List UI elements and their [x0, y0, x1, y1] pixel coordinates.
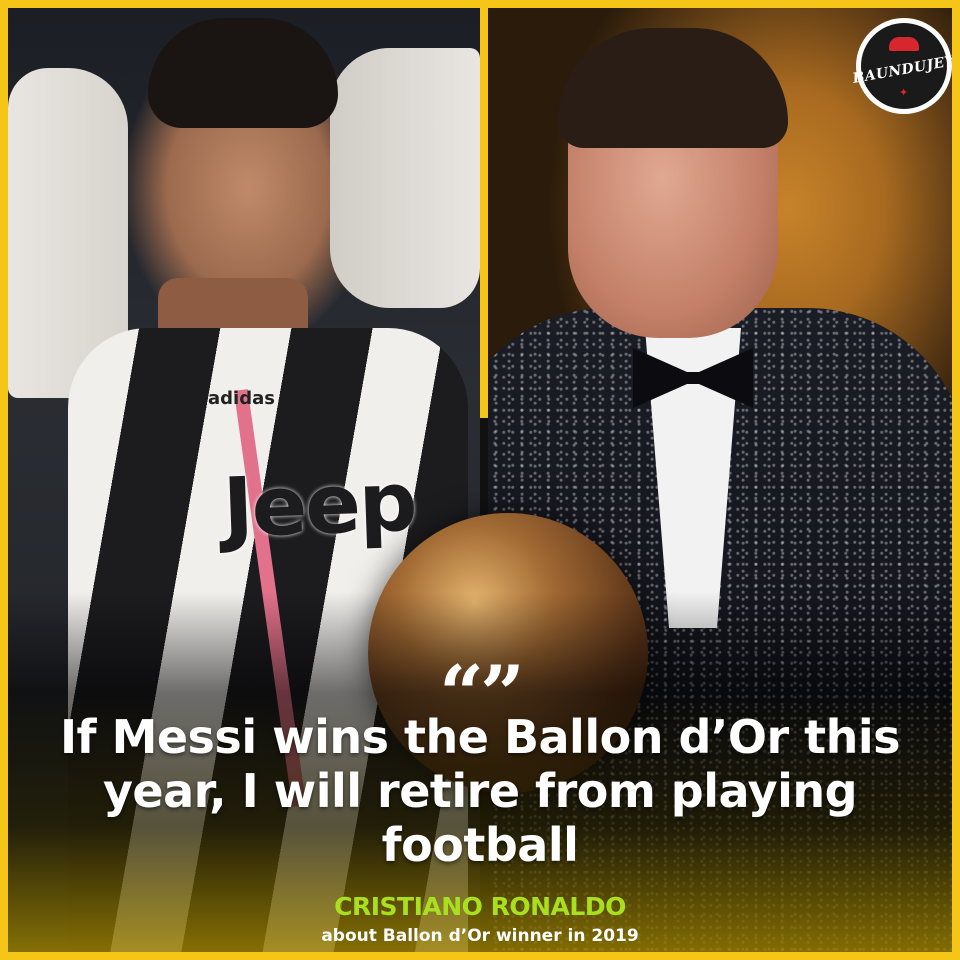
brand-logo: BAUNDUJEY ✦ [851, 18, 952, 114]
hat-icon [889, 37, 919, 51]
quote-context: about Ballon d’Or winner in 2019 [321, 926, 639, 946]
logo-badge: BAUNDUJEY ✦ [851, 23, 952, 109]
hair [558, 28, 788, 148]
hair [148, 18, 338, 128]
quote-text: If Messi wins the Ballon d’Or this year,… [59, 710, 901, 872]
jersey-brand-text: adidas [208, 388, 275, 409]
post-frame: adidas Jeep BAUNDUJEY ✦ “” If Messi wins… [0, 0, 960, 960]
quote-author: CRISTIANO RONALDO [334, 892, 626, 921]
right-arm [330, 48, 480, 308]
photo-divider [480, 8, 488, 418]
jersey-sponsor-text: Jeep [221, 454, 418, 557]
logo-text: BAUNDUJEY [851, 53, 957, 87]
star-icon: ✦ [899, 86, 909, 99]
